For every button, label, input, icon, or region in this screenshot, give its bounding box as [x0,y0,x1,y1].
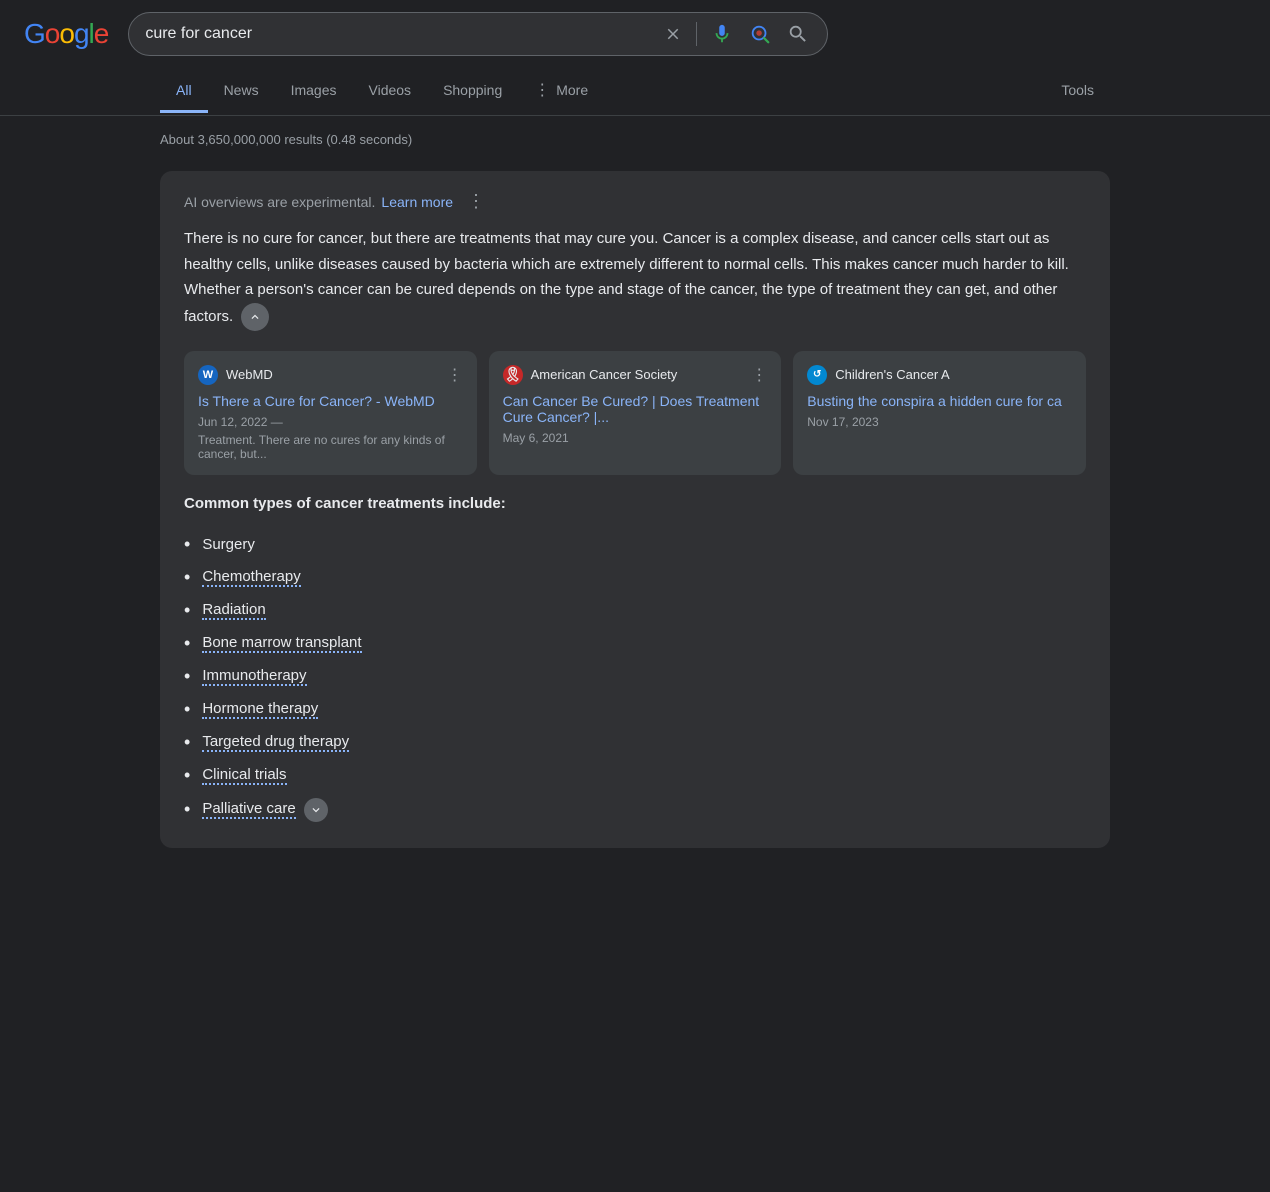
voice-search-button[interactable] [709,21,735,47]
treatment-surgery: Surgery [202,536,255,553]
source-card-header-webmd: W WebMD ⋮ [198,365,463,385]
treatment-item-targeted: Targeted drug therapy [184,726,1086,759]
lens-icon [749,23,771,45]
logo-g: G [24,18,45,49]
treatment-clinical-trials[interactable]: Clinical trials [202,766,286,785]
search-icon [787,23,809,45]
treatment-bone-marrow[interactable]: Bone marrow transplant [202,634,361,653]
tab-shopping[interactable]: Shopping [427,70,518,113]
source-card-date-cca: Nov 17, 2023 [807,415,1072,429]
more-dots-icon: ⋮ [534,80,550,100]
result-count: About 3,650,000,000 results (0.48 second… [0,116,1270,155]
expand-palliative-button[interactable] [304,798,328,822]
treatment-item-bone-marrow: Bone marrow transplant [184,627,1086,660]
logo-o: o [45,18,60,49]
source-site-name-acs: American Cancer Society [531,367,678,382]
logo-g2: g [74,18,89,49]
ai-learn-more-link[interactable]: Learn more [381,194,453,210]
source-card-options-button-webmd[interactable]: ⋮ [447,365,463,385]
result-count-text: About 3,650,000,000 results (0.48 second… [160,132,412,147]
search-input[interactable] [145,25,652,43]
logo-e: e [94,18,109,49]
tab-images[interactable]: Images [275,70,353,113]
close-icon [664,25,682,43]
source-cards: W WebMD ⋮ Is There a Cure for Cancer? - … [184,351,1086,475]
search-submit-button[interactable] [785,21,811,47]
treatment-item-radiation: Radiation [184,594,1086,627]
chevron-down-icon [309,803,323,817]
treatment-hormone[interactable]: Hormone therapy [202,700,318,719]
source-name-row: W WebMD [198,365,273,385]
collapse-ai-button[interactable] [241,303,269,331]
logo-o2: o [59,18,74,49]
source-site-name-cca: Children's Cancer A [835,367,949,382]
treatments-list: Surgery Chemotherapy Radiation Bone marr… [184,528,1086,828]
chevron-up-icon [248,310,262,324]
tab-videos[interactable]: Videos [353,70,428,113]
source-card-header-acs: 🎗 American Cancer Society ⋮ [503,365,768,385]
divider [696,22,697,46]
search-bar [128,12,828,56]
source-card-acs[interactable]: 🎗 American Cancer Society ⋮ Can Cancer B… [489,351,782,475]
treatment-palliative[interactable]: Palliative care [202,800,295,819]
source-card-header-cca: ↺ Children's Cancer A [807,365,1072,385]
palliative-row: Palliative care [202,798,327,822]
treatment-item-palliative: Palliative care [184,792,1086,828]
tab-news[interactable]: News [208,70,275,113]
webmd-favicon: W [198,365,218,385]
treatment-targeted[interactable]: Targeted drug therapy [202,733,349,752]
source-card-options-button-acs[interactable]: ⋮ [751,365,767,385]
search-icons [662,21,811,47]
cca-favicon: ↺ [807,365,827,385]
mic-icon [711,23,733,45]
treatment-item-hormone: Hormone therapy [184,693,1086,726]
google-logo: Google [24,18,108,50]
treatment-item-surgery: Surgery [184,528,1086,561]
nav-tabs: All News Images Videos Shopping ⋮More To… [0,68,1270,116]
source-name-row-acs: 🎗 American Cancer Society [503,365,678,385]
cancer-treatments-heading: Common types of cancer treatments includ… [184,495,1086,512]
source-card-title-cca[interactable]: Busting the conspira a hidden cure for c… [807,393,1072,409]
tab-all[interactable]: All [160,70,208,113]
treatment-chemotherapy[interactable]: Chemotherapy [202,568,300,587]
tab-tools[interactable]: Tools [1045,70,1110,113]
source-card-snippet-webmd: Treatment. There are no cures for any ki… [198,433,463,461]
source-card-title-webmd[interactable]: Is There a Cure for Cancer? - WebMD [198,393,463,409]
ai-experimental-label: AI overviews are experimental. [184,194,375,210]
cancer-treatments-section: Common types of cancer treatments includ… [184,495,1086,828]
ai-overview-header: AI overviews are experimental. Learn mor… [184,191,1086,212]
source-card-date-webmd: Jun 12, 2022 — [198,415,463,429]
source-card-cca[interactable]: ↺ Children's Cancer A Busting the conspi… [793,351,1086,475]
source-card-date-acs: May 6, 2021 [503,431,768,445]
treatment-radiation[interactable]: Radiation [202,601,265,620]
lens-search-button[interactable] [747,21,773,47]
ai-options-button[interactable]: ⋮ [467,191,485,212]
source-card-webmd[interactable]: W WebMD ⋮ Is There a Cure for Cancer? - … [184,351,477,475]
treatment-item-chemotherapy: Chemotherapy [184,561,1086,594]
search-bar-wrapper [128,12,828,56]
ai-overview-container: AI overviews are experimental. Learn mor… [160,171,1110,848]
tab-more[interactable]: ⋮More [518,68,604,115]
source-site-name-webmd: WebMD [226,367,273,382]
acs-favicon: 🎗 [503,365,523,385]
header: Google [0,0,1270,68]
treatment-item-clinical: Clinical trials [184,759,1086,792]
ai-overview-body: There is no cure for cancer, but there a… [184,226,1086,331]
treatment-item-immunotherapy: Immunotherapy [184,660,1086,693]
clear-search-button[interactable] [662,23,684,45]
source-name-row-cca: ↺ Children's Cancer A [807,365,949,385]
source-card-title-acs[interactable]: Can Cancer Be Cured? | Does Treatment Cu… [503,393,768,425]
ai-body-text: There is no cure for cancer, but there a… [184,230,1069,324]
treatment-immunotherapy[interactable]: Immunotherapy [202,667,306,686]
